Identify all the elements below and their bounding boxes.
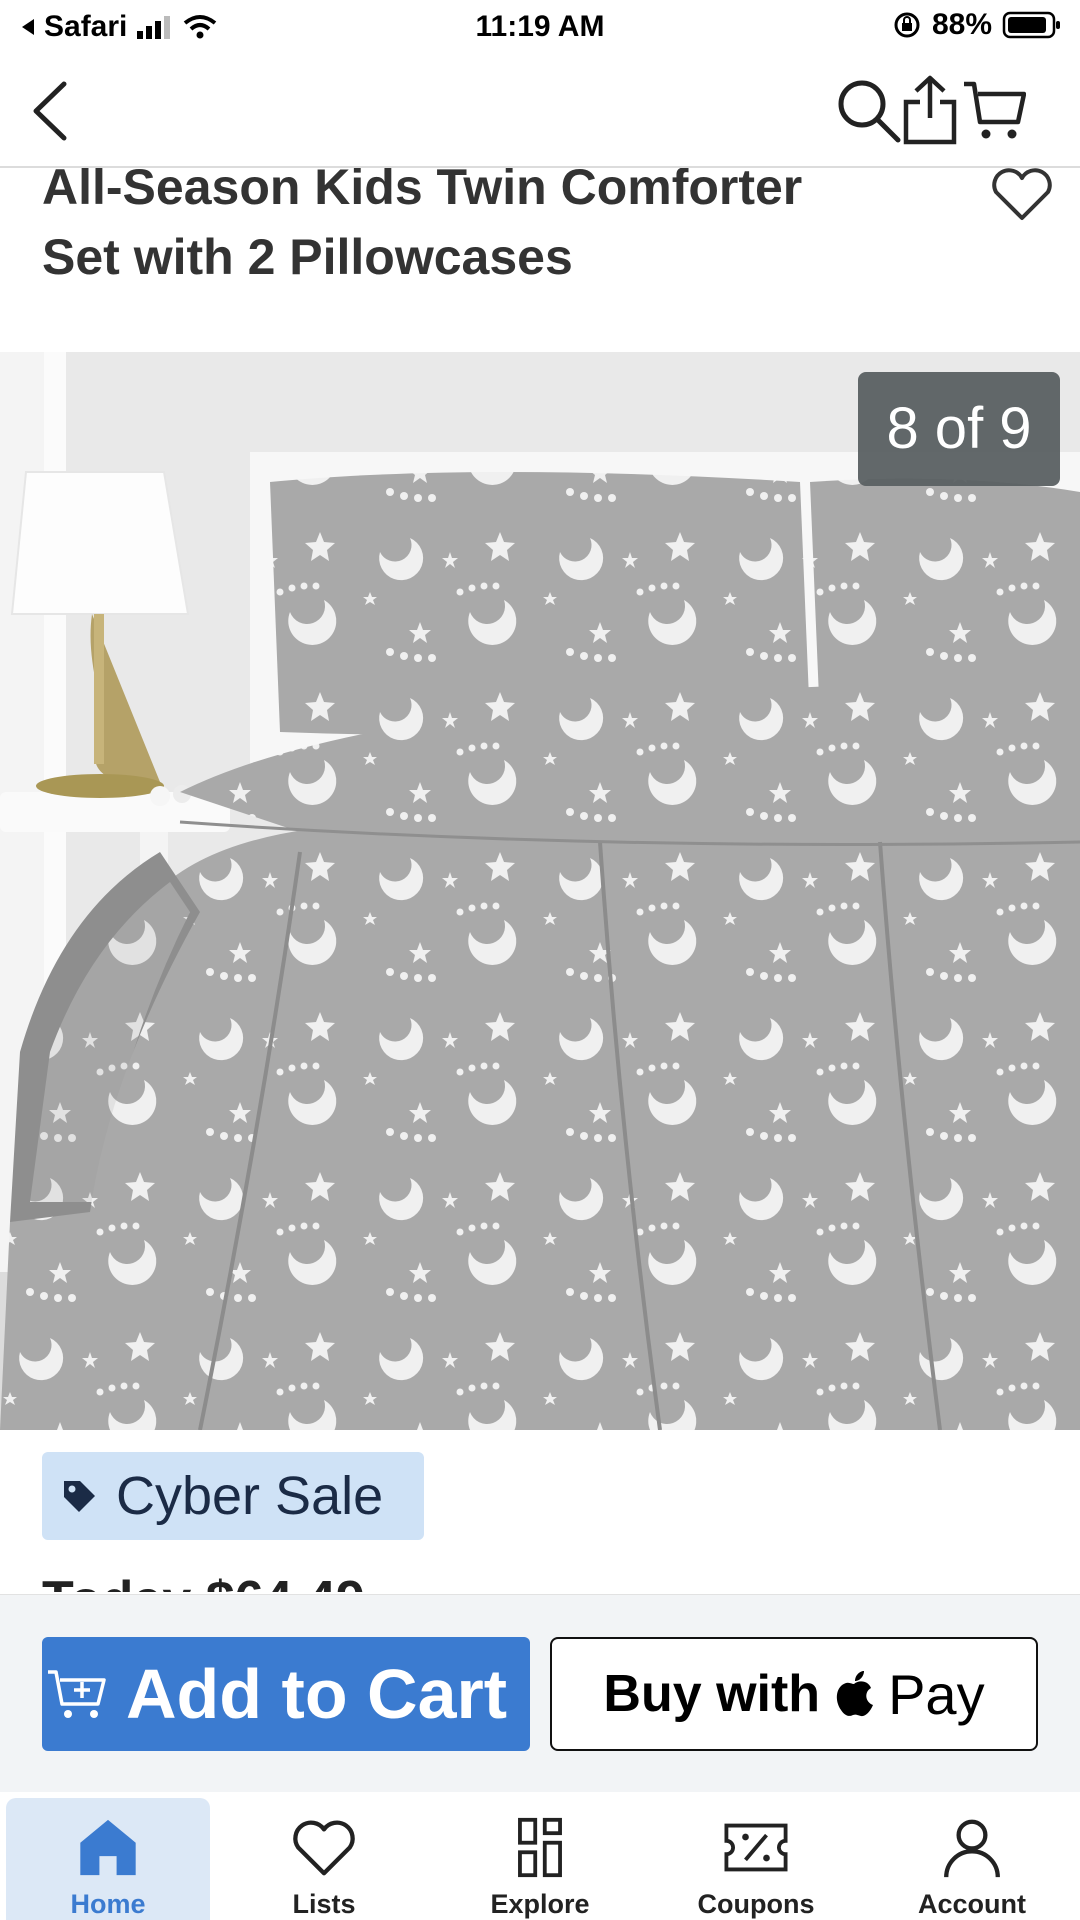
apple-logo-icon — [836, 1671, 874, 1717]
product-title-line1: All-Season Kids Twin Comforter — [42, 168, 803, 215]
coupon-icon — [724, 1823, 788, 1872]
product-title-area: All-Season Kids Twin Comforter Set with … — [0, 168, 1080, 352]
heart-icon — [293, 1820, 355, 1876]
tab-account[interactable]: Account — [870, 1798, 1074, 1920]
tag-icon — [64, 1481, 95, 1512]
product-title: All-Season Kids Twin Comforter Set with … — [42, 168, 892, 292]
search-icon[interactable] — [834, 76, 902, 144]
add-to-cart-label: Add to Cart — [126, 1655, 508, 1733]
sale-badge: Cyber Sale — [42, 1452, 424, 1540]
battery-percent: 88% — [931, 8, 992, 41]
status-right: 88% — [892, 8, 1062, 42]
person-icon — [944, 1819, 1000, 1878]
tab-explore[interactable]: Explore — [438, 1798, 642, 1920]
tab-lists-label: Lists — [292, 1889, 356, 1919]
purchase-action-bar: Add to Cart Buy with Pay — [0, 1594, 1080, 1792]
add-to-cart-icon — [48, 1670, 106, 1718]
bottom-tab-bar: Home Lists Explore Coupons Account — [0, 1792, 1080, 1920]
orientation-lock-icon — [894, 12, 920, 38]
tab-coupons[interactable]: Coupons — [654, 1798, 858, 1920]
home-icon — [80, 1819, 136, 1876]
product-image-carousel[interactable]: 8 of 9 — [0, 352, 1080, 1430]
price-text: Today $64.49 — [42, 1570, 365, 1592]
add-to-cart-button[interactable]: Add to Cart — [42, 1637, 530, 1751]
tab-home[interactable]: Home — [6, 1798, 210, 1920]
image-counter-badge: 8 of 9 — [858, 372, 1060, 486]
status-bar: Safari 11:19 AM 88% — [0, 0, 1080, 56]
tab-lists[interactable]: Lists — [222, 1798, 426, 1920]
sale-label: Cyber Sale — [116, 1466, 384, 1526]
apple-pay-button[interactable]: Buy with Pay — [550, 1637, 1038, 1751]
tab-account-label: Account — [918, 1889, 1026, 1919]
navigation-bar — [0, 56, 1080, 168]
cart-icon[interactable] — [962, 78, 1026, 142]
comforter-photo — [0, 352, 1080, 1430]
tab-coupons-label: Coupons — [697, 1889, 815, 1919]
apple-pay-pay-label: Pay — [888, 1662, 985, 1726]
price-strip: Today $64.49 — [42, 1562, 365, 1592]
tab-home-label: Home — [70, 1889, 146, 1919]
back-chevron-icon[interactable] — [26, 78, 76, 144]
battery-icon — [1002, 11, 1060, 39]
product-title-line2: Set with 2 Pillowcases — [42, 229, 573, 285]
apple-pay-buy-with-label: Buy with — [603, 1665, 821, 1723]
favorite-heart-icon[interactable] — [990, 168, 1054, 222]
share-icon[interactable] — [900, 74, 960, 146]
grid-icon — [518, 1817, 562, 1878]
tab-explore-label: Explore — [490, 1889, 590, 1919]
